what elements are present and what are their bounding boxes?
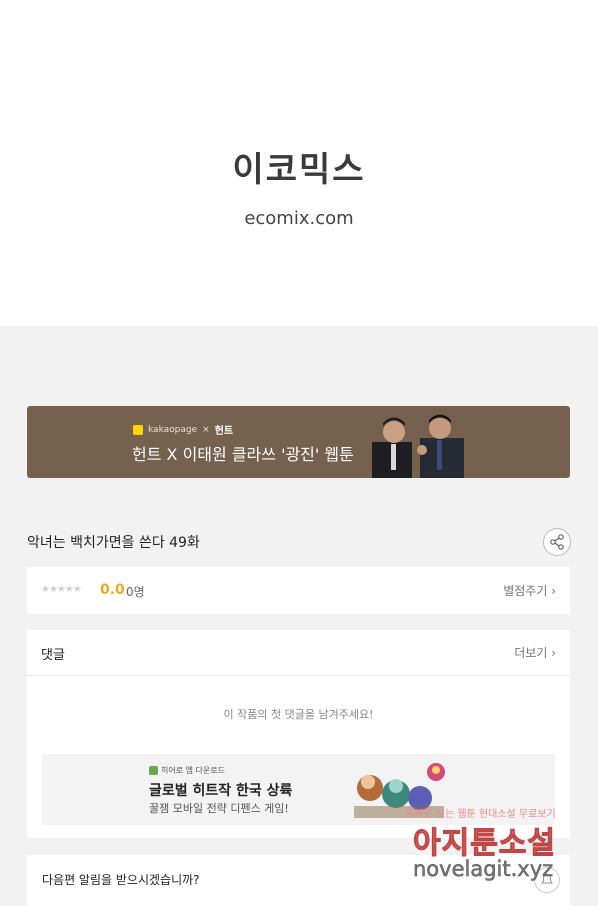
watermark: 공짜로 보는 웹툰 현대소설 무료보기 아지툰소설 novelagit.xyz: [405, 805, 590, 895]
promo-banner[interactable]: kakaopage × 헌트 헌트 X 이태원 클라쓰 '광진' 웹툰: [27, 406, 570, 478]
ad-small-label: 히어로 엠 다운로드: [149, 765, 225, 776]
ad-subtitle: 꿀잼 모바일 전략 디펜스 게임!: [149, 802, 289, 815]
share-button[interactable]: [543, 528, 571, 556]
rating-people-count: 0명: [126, 585, 145, 599]
hero-header: 이코믹스 ecomix.com: [0, 0, 598, 326]
banner-brand: kakaopage × 헌트: [133, 422, 233, 437]
rate-button[interactable]: 별점주기 ›: [503, 582, 556, 599]
ad-headline: 글로벌 히트작 한국 상륙: [149, 783, 293, 799]
episode-title: 악녀는 백치가면을 쓴다 49화: [27, 535, 200, 551]
kakaopage-icon: [133, 424, 143, 435]
rating-card: ★★★★★ 0.0 0명 별점주기 ›: [27, 567, 570, 614]
comment-header: 댓글 더보기 ›: [27, 630, 570, 676]
banner-brand-separator: ×: [202, 424, 210, 435]
rating-score: 0.0: [100, 582, 125, 598]
site-domain: ecomix.com: [244, 208, 354, 229]
share-icon: [550, 534, 564, 550]
banner-title: 헌트 X 이태원 클라쓰 '광진' 웹툰: [132, 445, 354, 464]
comment-title: 댓글: [41, 648, 65, 663]
rating-stars-icon: ★★★★★: [41, 584, 82, 595]
comment-empty-message: 이 작품의 첫 댓글을 남겨주세요!: [223, 708, 374, 721]
comment-more-link[interactable]: 더보기 ›: [514, 644, 556, 661]
watermark-url: novelagit.xyz: [413, 857, 554, 882]
notify-question: 다음편 알림을 받으시겠습니까?: [42, 873, 200, 887]
banner-brand-small: kakaopage: [148, 424, 198, 435]
banner-characters-image: [372, 414, 464, 478]
watermark-main: 아지툰소설: [413, 826, 556, 862]
game-app-icon: [149, 766, 158, 775]
site-logo[interactable]: 이코믹스: [0, 142, 598, 191]
banner-brand-hunt: 헌트: [214, 426, 234, 437]
ad-small-text: 히어로 엠 다운로드: [161, 766, 225, 775]
